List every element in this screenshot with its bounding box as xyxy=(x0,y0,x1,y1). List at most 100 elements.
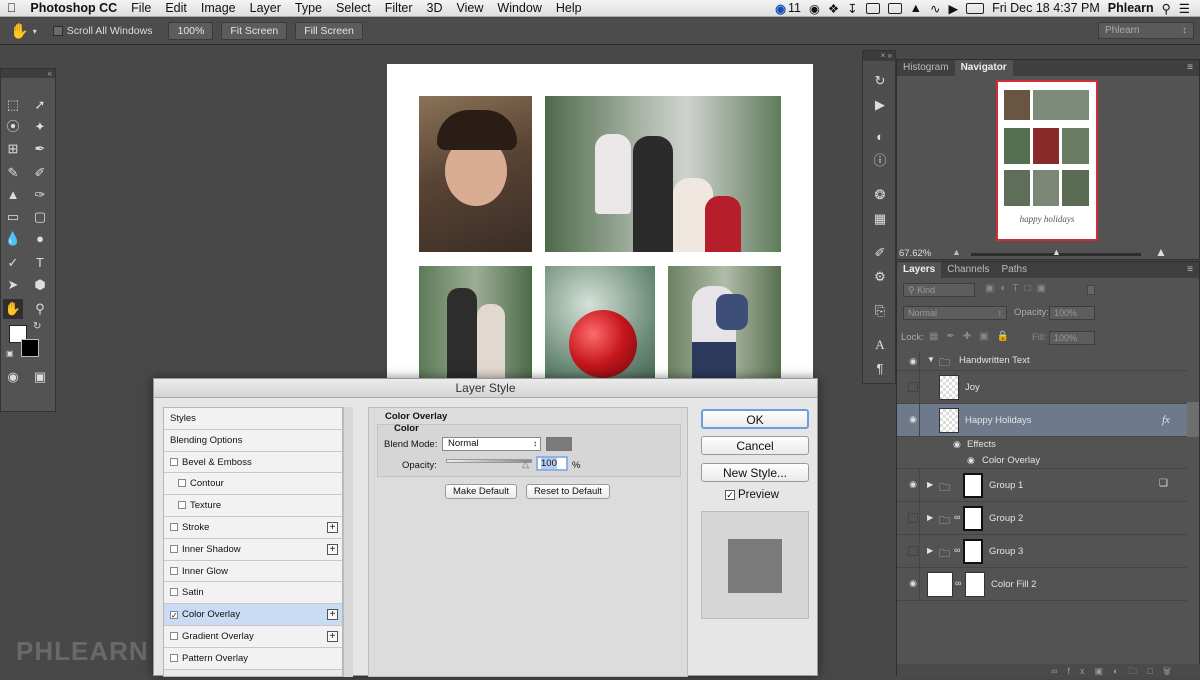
visibility-toggle[interactable]: ◉ xyxy=(900,568,920,601)
swatches-icon[interactable]: ❂ xyxy=(872,187,888,203)
style-checkbox[interactable] xyxy=(178,479,186,488)
apple-icon[interactable]:  xyxy=(0,1,23,15)
menu-type[interactable]: Type xyxy=(288,1,329,15)
add-effect-icon[interactable]: + xyxy=(327,543,338,555)
linked-icon[interactable]: ❏ xyxy=(1159,478,1168,489)
adjustments-icon[interactable]: ◐ xyxy=(872,129,888,145)
dialog-title[interactable]: Layer Style xyxy=(154,379,817,398)
reset-to-default-button[interactable]: Reset to Default xyxy=(526,484,610,499)
dropbox-icon[interactable]: ❖ xyxy=(828,1,839,16)
user-name[interactable]: Phlearn xyxy=(1108,1,1154,15)
healing-brush-icon[interactable]: ✎ xyxy=(3,163,23,183)
style-checkbox-checked[interactable]: ✓ xyxy=(170,611,178,620)
cancel-button[interactable]: Cancel xyxy=(701,436,809,455)
add-effect-icon[interactable]: + xyxy=(327,630,338,642)
fill-field[interactable]: 100% xyxy=(1049,331,1095,345)
make-default-button[interactable]: Make Default xyxy=(445,484,517,499)
style-checkbox[interactable] xyxy=(170,544,178,553)
style-checkbox[interactable] xyxy=(178,501,186,510)
layer-name[interactable]: Group 3 xyxy=(989,546,1023,557)
filter-kind-select[interactable]: ⚲ Kind xyxy=(903,283,975,297)
history-brush-icon[interactable]: ✑ xyxy=(30,185,50,205)
chain-link-icon[interactable]: ∞ xyxy=(954,545,960,555)
styles-grid-icon[interactable]: ▦ xyxy=(872,211,888,227)
panel-menu-icon[interactable]: ≡ xyxy=(1181,262,1199,278)
style-checkbox[interactable] xyxy=(170,631,178,640)
move-tool-icon[interactable]: ➚ xyxy=(30,95,50,115)
navigator-zoom-value[interactable]: 67.62% xyxy=(899,248,931,259)
eyedropper-icon[interactable]: ✒ xyxy=(30,139,50,159)
visibility-toggle[interactable]: ◉ xyxy=(900,351,920,371)
style-item-stroke[interactable]: Stroke + xyxy=(164,516,342,539)
overlay-color-swatch[interactable] xyxy=(546,437,572,451)
quick-mask-icon[interactable]: ◉ xyxy=(3,367,23,387)
style-checkbox[interactable] xyxy=(170,588,178,597)
brush-settings-icon[interactable]: ⚙ xyxy=(872,269,888,285)
layers-scrollbar[interactable] xyxy=(1187,402,1199,437)
path-selection-icon[interactable]: ➤ xyxy=(3,275,23,295)
blend-mode-select[interactable]: Normal ↕ xyxy=(442,437,541,451)
style-item-styles[interactable]: Styles xyxy=(164,408,342,430)
clock-text[interactable]: Fri Dec 18 4:37 PM xyxy=(992,1,1100,15)
menu-window[interactable]: Window xyxy=(490,1,548,15)
history-icon[interactable]: ↻ xyxy=(872,73,888,89)
style-item-color-overlay[interactable]: ✓ Color Overlay + xyxy=(164,604,342,626)
layer-row[interactable]: Joy xyxy=(897,371,1187,404)
airplay-icon[interactable]: ▲ xyxy=(910,1,922,15)
shape-tool-icon[interactable]: ⬢ xyxy=(30,275,50,295)
layer-name[interactable]: Handwritten Text xyxy=(959,355,1030,366)
expand-arrow-icon[interactable]: ▶ xyxy=(927,513,933,522)
pen-tool-icon[interactable]: ✓ xyxy=(3,253,23,273)
document-canvas[interactable] xyxy=(387,64,813,394)
actions-play-icon[interactable]: ▶ xyxy=(872,97,888,113)
marquee-tool-icon[interactable]: ⬚ xyxy=(3,95,23,115)
menu-view[interactable]: View xyxy=(450,1,491,15)
clone-source-icon[interactable]: ⎘ xyxy=(872,303,888,319)
lasso-tool-icon[interactable]: ⦿ xyxy=(3,117,23,137)
navigator-thumbnail[interactable]: happy holidays xyxy=(996,80,1098,241)
expand-arrow-icon[interactable]: ▶ xyxy=(927,546,933,555)
visibility-toggle[interactable]: ◉ xyxy=(900,469,920,502)
tab-paths[interactable]: Paths xyxy=(996,262,1034,278)
menu-image[interactable]: Image xyxy=(194,1,243,15)
display-icon[interactable] xyxy=(887,2,902,14)
crop-tool-icon[interactable]: ⊞ xyxy=(3,139,23,159)
slider-handle-icon[interactable]: △ xyxy=(522,459,529,470)
eye-icon[interactable]: ◉ xyxy=(953,439,961,450)
menu-file[interactable]: File xyxy=(124,1,158,15)
filter-icons[interactable]: ▣◐T□▣ xyxy=(985,283,1052,294)
zoom-tool-icon[interactable]: ⚲ xyxy=(30,299,50,319)
style-checkbox[interactable] xyxy=(170,653,178,662)
layer-name[interactable]: Group 2 xyxy=(989,513,1023,524)
style-item-satin[interactable]: Satin xyxy=(164,582,342,605)
blur-tool-icon[interactable]: 💧 xyxy=(3,229,23,249)
eraser-icon[interactable]: ▭ xyxy=(3,207,23,227)
style-checkbox[interactable] xyxy=(170,522,178,531)
zoom-out-icon[interactable]: ▲ xyxy=(952,247,961,257)
style-item-inner-shadow[interactable]: Inner Shadow + xyxy=(164,538,342,561)
clone-stamp-icon[interactable]: ▲ xyxy=(3,185,23,205)
volume-icon[interactable]: ▶ xyxy=(948,1,958,16)
wifi-icon[interactable]: ∿ xyxy=(930,1,940,16)
menu-help[interactable]: Help xyxy=(549,1,589,15)
info-icon[interactable]: ⓘ xyxy=(872,153,888,169)
style-checkbox[interactable] xyxy=(170,457,178,466)
layer-name[interactable]: Group 1 xyxy=(989,480,1023,491)
default-colors-icon[interactable]: ▣ xyxy=(6,349,14,358)
brush-tool-icon[interactable]: ✐ xyxy=(30,163,50,183)
expand-arrow-icon[interactable]: ▶ xyxy=(927,480,933,489)
tab-navigator[interactable]: Navigator xyxy=(954,60,1013,76)
ok-button[interactable]: OK xyxy=(701,409,809,429)
panel-collapse-icon[interactable]: « xyxy=(1,69,55,78)
chain-link-icon[interactable]: ∞ xyxy=(954,512,960,522)
hand-tool-icon[interactable]: ✋ xyxy=(3,299,23,319)
style-item-inner-glow[interactable]: Inner Glow xyxy=(164,560,342,583)
screen-icon[interactable] xyxy=(865,2,880,14)
creative-cloud-icon[interactable]: ◉ xyxy=(775,1,786,16)
zoom-in-icon[interactable]: ▲ xyxy=(1155,245,1167,259)
tool-preset-chevron-icon[interactable]: ▾ xyxy=(33,27,37,36)
visibility-toggle[interactable] xyxy=(900,371,920,404)
menu-layer[interactable]: Layer xyxy=(243,1,288,15)
zoom-100-button[interactable]: 100% xyxy=(168,22,214,40)
layer-row[interactable]: ◉ ▼ 🗀 Handwritten Text xyxy=(897,351,1187,371)
